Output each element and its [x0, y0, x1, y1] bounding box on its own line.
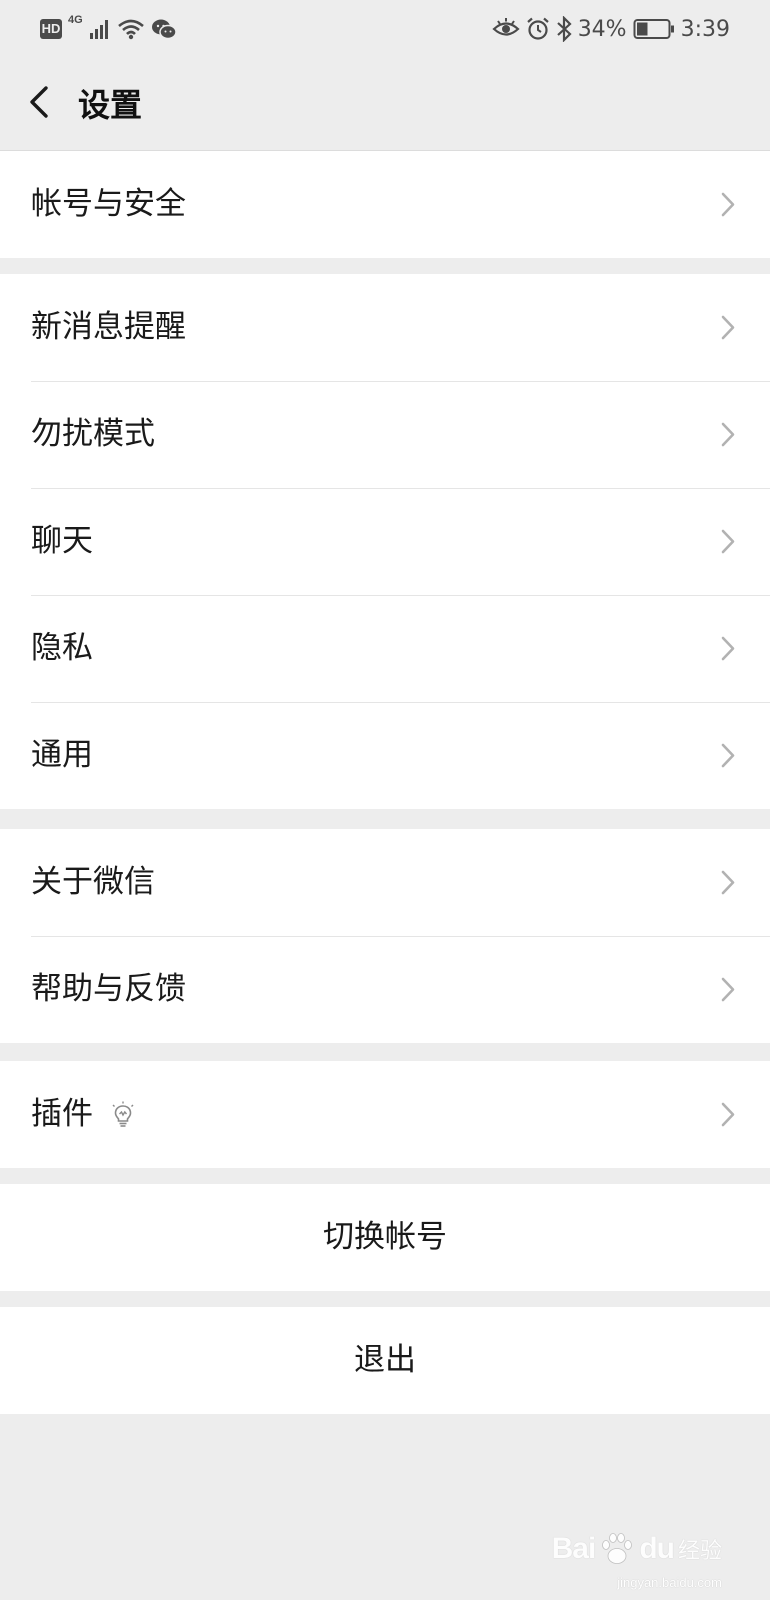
wechat-icon [151, 18, 177, 40]
status-right: 34% 3:39 [492, 12, 730, 46]
lightbulb-icon [112, 1101, 134, 1127]
settings-item-account-security[interactable]: 帐号与安全 [0, 151, 770, 258]
settings-item-label: 勿扰模式 [31, 416, 155, 452]
watermark-brand: Bai [551, 1532, 597, 1565]
status-bar: HD 4G 34% 3:39 [0, 0, 770, 58]
paw-icon [602, 1533, 633, 1564]
chevron-left-icon [30, 86, 48, 118]
settings-item-label: 关于微信 [31, 864, 155, 900]
chevron-right-icon [721, 1102, 735, 1127]
chevron-right-icon [721, 192, 735, 217]
battery-icon [633, 18, 675, 40]
settings-item-help-feedback[interactable]: 帮助与反馈 [0, 936, 770, 1043]
hd-icon: HD [40, 19, 62, 39]
settings-group-account: 帐号与安全 [0, 151, 770, 258]
switch-account-button[interactable]: 切换帐号 [0, 1184, 770, 1291]
settings-item-chat[interactable]: 聊天 [0, 488, 770, 595]
log-out-label: 退出 [354, 1342, 416, 1378]
watermark-url: jingyan.baidu.com [617, 1575, 722, 1590]
watermark-brand-cn: 经验 [677, 1538, 722, 1563]
settings-item-label: 隐私 [31, 630, 93, 666]
settings-item-privacy[interactable]: 隐私 [0, 595, 770, 702]
chevron-right-icon [721, 422, 735, 447]
bluetooth-icon [556, 16, 572, 42]
baidu-watermark: Bai du 经验 [552, 1532, 722, 1566]
watermark-brand-suffix: du [639, 1532, 675, 1565]
wifi-icon [117, 18, 145, 40]
chevron-right-icon [721, 977, 735, 1002]
eye-icon [492, 18, 520, 40]
settings-item-do-not-disturb[interactable]: 勿扰模式 [0, 381, 770, 488]
settings-item-about-wechat[interactable]: 关于微信 [0, 829, 770, 936]
chevron-right-icon [721, 743, 735, 768]
chevron-right-icon [721, 529, 735, 554]
chevron-right-icon [721, 636, 735, 661]
settings-item-new-message-alerts[interactable]: 新消息提醒 [0, 274, 770, 381]
log-out-group: 退出 [0, 1307, 770, 1414]
settings-item-plugins[interactable]: 插件 [0, 1061, 770, 1168]
alarm-icon [526, 17, 550, 41]
settings-group-about: 关于微信 帮助与反馈 [0, 829, 770, 1043]
settings-item-label: 新消息提醒 [31, 309, 186, 345]
settings-group-preferences: 新消息提醒 勿扰模式 聊天 隐私 通用 [0, 274, 770, 809]
nav-bar: 设置 [0, 58, 770, 151]
battery-percent: 34% [577, 16, 627, 42]
switch-account-label: 切换帐号 [323, 1219, 447, 1255]
back-button[interactable] [22, 80, 66, 128]
page-title: 设置 [78, 86, 143, 124]
switch-account-group: 切换帐号 [0, 1184, 770, 1291]
network-type-label: 4G [68, 14, 83, 26]
chevron-right-icon [721, 870, 735, 895]
signal-icon [89, 18, 111, 40]
settings-item-label: 插件 [31, 1096, 93, 1132]
settings-item-label: 帐号与安全 [31, 186, 186, 222]
settings-item-label: 通用 [31, 737, 93, 773]
settings-group-plugins: 插件 [0, 1061, 770, 1168]
clock-time: 3:39 [680, 16, 730, 42]
settings-item-label: 帮助与反馈 [31, 971, 186, 1007]
log-out-button[interactable]: 退出 [0, 1307, 770, 1414]
status-left: HD 4G [40, 12, 177, 46]
settings-item-label: 聊天 [31, 523, 93, 559]
settings-item-general[interactable]: 通用 [0, 702, 770, 809]
chevron-right-icon [721, 315, 735, 340]
